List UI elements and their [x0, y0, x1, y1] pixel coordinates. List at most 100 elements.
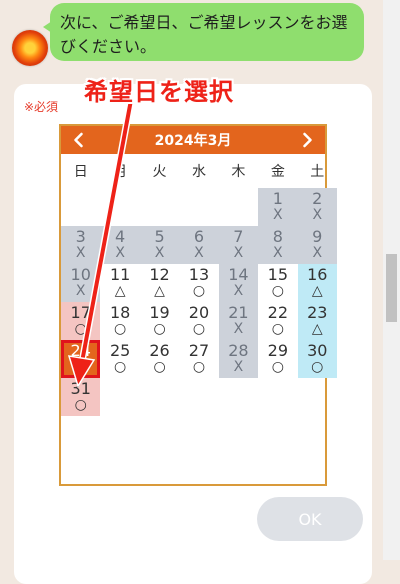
- day-cell-28: 28 X: [218, 340, 259, 378]
- availability-mark: X: [75, 245, 86, 261]
- day-cell-23[interactable]: 23 △: [297, 302, 337, 340]
- day-cell-30[interactable]: 30 ○: [297, 340, 337, 378]
- day-cell-25[interactable]: 25 ○: [100, 340, 140, 378]
- empty-cell: [179, 188, 219, 226]
- availability-mark: X: [194, 245, 204, 261]
- availability-mark: X: [233, 359, 244, 375]
- day-cell-20[interactable]: 20 ○: [179, 302, 219, 340]
- availability-mark: ○: [153, 321, 166, 337]
- day-number: 31: [70, 379, 91, 398]
- availability-mark: X: [154, 245, 165, 261]
- day-number: 25: [109, 341, 131, 360]
- scrollbar[interactable]: [383, 0, 400, 560]
- weekday-label: 木: [231, 164, 246, 180]
- availability-mark: ○: [192, 283, 206, 299]
- availability-mark: X: [233, 321, 244, 337]
- day-number: 26: [149, 341, 170, 360]
- day-number: 9: [312, 227, 323, 246]
- day-cell-29[interactable]: 29 ○: [258, 340, 298, 378]
- day-cell-7: 7X: [218, 226, 259, 264]
- day-cell-2: 2X: [297, 188, 337, 226]
- day-number: 20: [188, 303, 210, 322]
- day-cell-12[interactable]: 12 △: [139, 264, 180, 302]
- ok-button[interactable]: OK: [257, 497, 363, 541]
- day-number: 15: [267, 265, 288, 284]
- day-number: 4: [115, 227, 126, 246]
- day-number: 29: [267, 341, 288, 360]
- day-number: 19: [149, 303, 170, 322]
- weekday-row: 日月火水木金土: [61, 154, 325, 188]
- day-number: 16: [307, 265, 328, 284]
- day-cell-31[interactable]: 31 ○: [61, 378, 101, 416]
- availability-mark: X: [312, 207, 323, 223]
- empty-cell: [139, 188, 180, 226]
- availability-mark: ○: [271, 283, 284, 299]
- availability-mark: ○: [271, 321, 284, 337]
- day-number: 28: [228, 341, 249, 360]
- day-number: 7: [233, 227, 244, 246]
- day-number: 21: [228, 303, 249, 322]
- availability-mark: X: [233, 283, 244, 299]
- availability-mark: X: [273, 245, 283, 261]
- weekday-label: 月: [113, 164, 128, 180]
- day-number: 14: [228, 265, 249, 284]
- day-cell-14: 14 X: [218, 264, 259, 302]
- day-number: 18: [109, 303, 131, 322]
- weekday-label: 日: [73, 164, 88, 180]
- day-cell-1: 1X: [258, 188, 298, 226]
- day-cell-22[interactable]: 22 ○: [258, 302, 298, 340]
- empty-cell: [61, 188, 101, 226]
- annotation-label: 希望日を選択: [84, 78, 234, 106]
- day-number: 23: [307, 303, 328, 322]
- day-grid: 1 X 2 X 3 X 4 X 5 X 6 X 7 X 8 X 9 X 10 X 11 △ 12 △ 13 ○ 14 X 15 ○ 16 △ 1…: [61, 188, 337, 416]
- day-cell-13[interactable]: 13 ○: [179, 264, 219, 302]
- day-number: 10: [70, 265, 91, 284]
- weekday-label: 土: [310, 164, 325, 180]
- day-number: 6: [193, 227, 205, 246]
- day-cell-11[interactable]: 11 △: [100, 264, 140, 302]
- day-cell-17[interactable]: 17 ○: [61, 302, 101, 340]
- availability-mark: ○: [311, 359, 324, 375]
- chevron-right-icon[interactable]: [299, 132, 315, 148]
- day-number: 8: [272, 227, 283, 246]
- availability-mark: ○: [271, 359, 284, 375]
- day-cell-19[interactable]: 19 ○: [139, 302, 180, 340]
- day-cell-6: 6X: [179, 226, 219, 264]
- day-cell-3: 3X: [61, 226, 101, 264]
- required-label: ※必須: [24, 100, 59, 114]
- day-cell-9: 9X: [297, 226, 337, 264]
- day-cell-18[interactable]: 18 ○: [100, 302, 140, 340]
- weekday-label: 火: [152, 164, 167, 180]
- day-cell-15[interactable]: 15 ○: [258, 264, 298, 302]
- availability-mark: X: [312, 245, 323, 261]
- day-cell-8: 8X: [258, 226, 298, 264]
- day-cell-16[interactable]: 16 △: [297, 264, 337, 302]
- weekday-label: 金: [270, 164, 285, 180]
- day-cell-27[interactable]: 27 ○: [179, 340, 219, 378]
- availability-mark: △: [154, 283, 165, 299]
- availability-mark: X: [233, 245, 244, 261]
- day-cell-4: 4X: [100, 226, 140, 264]
- day-cell-26[interactable]: 26 ○: [139, 340, 180, 378]
- weekday-label: 水: [191, 164, 206, 180]
- availability-mark: ○: [74, 321, 87, 337]
- scroll-thumb[interactable]: [386, 254, 397, 322]
- day-cell-24[interactable]: 24 ○: [61, 340, 101, 378]
- availability-mark: ○: [192, 321, 206, 337]
- day-number: 30: [307, 341, 328, 360]
- day-number: 1: [272, 189, 283, 208]
- day-number: 13: [188, 265, 210, 284]
- empty-cell: [218, 188, 259, 226]
- chevron-left-icon[interactable]: [71, 132, 87, 148]
- day-number: 24: [70, 341, 91, 360]
- availability-mark: △: [114, 283, 126, 299]
- availability-mark: ○: [192, 359, 206, 375]
- day-cell-21: 21 X: [218, 302, 259, 340]
- availability-mark: ○: [114, 321, 127, 337]
- calendar-header: 2024年3月: [61, 126, 325, 154]
- availability-mark: ○: [153, 359, 166, 375]
- day-number: 17: [70, 303, 91, 322]
- day-number: 3: [75, 227, 86, 246]
- empty-cell: [100, 188, 140, 226]
- day-number: 22: [267, 303, 288, 322]
